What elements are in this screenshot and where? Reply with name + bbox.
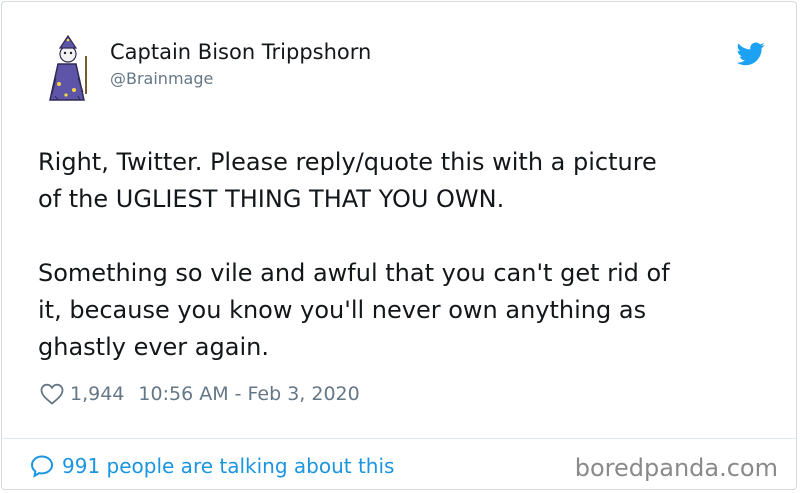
tweet-line: Right, Twitter. Please reply/quote this … xyxy=(38,148,657,176)
tweet-line: it, because you know you'll never own an… xyxy=(38,296,647,324)
conversation-label[interactable]: 991 people are talking about this xyxy=(62,454,394,478)
speech-bubble-icon xyxy=(30,455,54,478)
heart-icon[interactable] xyxy=(40,383,64,405)
tweet-timestamp[interactable]: 10:56 AM - Feb 3, 2020 xyxy=(138,383,359,405)
twitter-bird-icon[interactable] xyxy=(737,42,765,66)
conversation-link[interactable]: 991 people are talking about this xyxy=(30,452,394,480)
watermark: boredpanda.com xyxy=(574,454,778,482)
like-count[interactable]: 1,944 xyxy=(70,383,124,405)
author-name[interactable]: Captain Bison Trippshorn xyxy=(110,38,371,66)
avatar[interactable] xyxy=(44,34,90,102)
tweet-line: ghastly ever again. xyxy=(38,333,269,361)
author-handle[interactable]: @Brainmage xyxy=(110,68,213,90)
divider xyxy=(2,438,796,439)
tweet-card: Captain Bison Trippshorn @Brainmage Righ… xyxy=(1,1,797,490)
tweet-meta: 1,944 10:56 AM - Feb 3, 2020 xyxy=(40,380,360,408)
tweet-line: of the UGLIEST THING THAT YOU OWN. xyxy=(38,185,505,213)
tweet-text: Right, Twitter. Please reply/quote this … xyxy=(38,144,778,366)
tweet-line: Something so vile and awful that you can… xyxy=(38,259,670,287)
tweet-paragraph: Right, Twitter. Please reply/quote this … xyxy=(38,144,778,218)
tweet-paragraph: Something so vile and awful that you can… xyxy=(38,255,778,366)
